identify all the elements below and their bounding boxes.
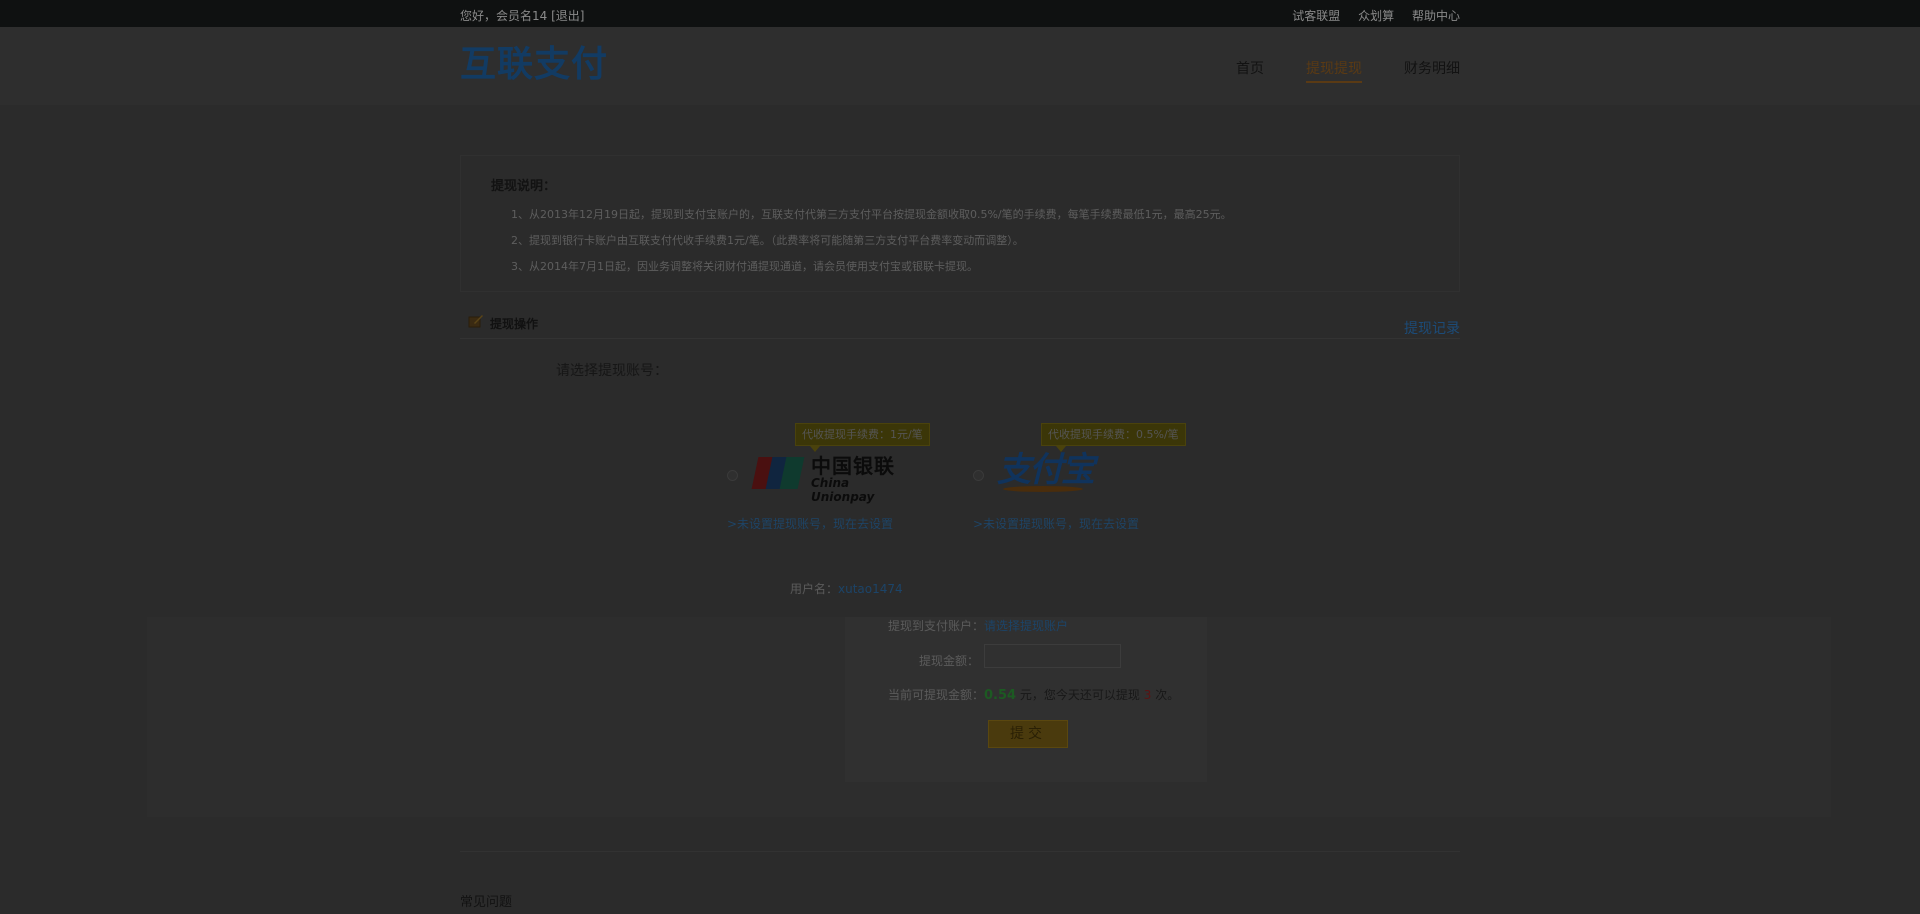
withdraw-form: 提现到支付账户：请选择提现账户 提现金额： 当前可提现金额：0.54 元，您今天… <box>845 617 1207 782</box>
notice-title: 提现说明： <box>491 179 557 194</box>
unionpay-cn: 中国银联 <box>811 454 895 478</box>
balance-label: 当前可提现金额： <box>888 688 985 702</box>
select-account-link[interactable]: 请选择提现账户 <box>984 619 1068 633</box>
greeting: 您好，会员名14 [退出] <box>460 7 584 24</box>
notice-line-2: 2、提现到银行卡账户由互联支付代收手续费1元/笔。（此费率将可能随第三方支付平台… <box>511 234 1024 247</box>
account-label: 提现到支付账户： <box>888 619 985 633</box>
unionpay-setup-link[interactable]: >未设置提现账号，现在去设置 <box>727 515 893 532</box>
site-logo[interactable]: 互联支付 <box>460 45 608 85</box>
alipay-swoosh-icon <box>1003 486 1083 492</box>
edit-icon <box>468 315 483 328</box>
logout-link[interactable]: [退出] <box>551 9 584 23</box>
form-band: 提现到支付账户：请选择提现账户 提现金额： 当前可提现金额：0.54 元，您今天… <box>147 617 1831 817</box>
withdraw-notice: 提现说明： 1、从2013年12月19日起，提现到支付宝账户的，互联支付代第三方… <box>460 155 1460 292</box>
top-link-zhonghuasuan[interactable]: 众划算 <box>1358 9 1394 23</box>
notice-line-3: 3、从2014年7月1日起，因业务调整将关闭财付通提现通道，请会员使用支付宝或银… <box>511 260 978 273</box>
username-value: xutao1474 <box>838 582 903 596</box>
times-unit: 次。 <box>1151 688 1180 702</box>
nav-home[interactable]: 首页 <box>1236 58 1264 78</box>
username-label: 用户名： <box>790 582 839 596</box>
faq-title: 常见问题 <box>460 895 513 910</box>
amount-input[interactable] <box>984 644 1121 668</box>
alipay-radio[interactable] <box>973 470 984 481</box>
balance-value: 0.54 <box>984 688 1017 703</box>
nav-withdraw[interactable]: 提现提现 <box>1306 58 1362 83</box>
top-link-shike[interactable]: 试客联盟 <box>1292 9 1340 23</box>
submit-button[interactable]: 提交 <box>988 720 1068 748</box>
unionpay-radio[interactable] <box>727 470 738 481</box>
withdraw-record-link[interactable]: 提现记录 <box>1404 318 1460 338</box>
top-links: 试客联盟 众划算 帮助中心 <box>1278 7 1460 24</box>
unionpay-en: China Unionpay <box>811 476 875 504</box>
unionpay-logo[interactable]: 中国银联 China Unionpay <box>751 454 913 504</box>
fee-tooltip: 代收提现手续费：1元/笔 <box>795 423 930 452</box>
username-row: 用户名：xutao1474 <box>790 580 903 597</box>
section-title: 提现操作 <box>490 317 539 331</box>
amount-label: 提现金额： <box>919 654 980 668</box>
unionpay-badge-icon <box>751 457 805 489</box>
top-bar: 您好，会员名14 [退出] 试客联盟 众划算 帮助中心 <box>0 0 1920 27</box>
divider <box>460 851 1460 852</box>
choose-account-label: 请选择提现账号： <box>556 363 668 379</box>
option-unionpay[interactable]: 代收提现手续费：1元/笔 中国银联 China Unionpay >未设置提现账… <box>727 420 930 540</box>
greeting-text: 您好，会员名14 <box>460 9 552 23</box>
balance-unit: 元，您今天还可以提现 <box>1016 688 1144 702</box>
balance-row: 当前可提现金额：0.54 元，您今天还可以提现 3 次。 <box>888 686 1179 703</box>
top-link-help[interactable]: 帮助中心 <box>1412 9 1460 23</box>
header: 互联支付 首页 提现提现 财务明细 <box>0 27 1920 105</box>
account-row: 提现到支付账户：请选择提现账户 <box>888 617 1068 634</box>
alipay-setup-link[interactable]: >未设置提现账号，现在去设置 <box>973 515 1139 532</box>
alipay-logo[interactable]: 支付宝 <box>997 450 1095 490</box>
amount-row: 提现金额： <box>919 652 979 669</box>
fee-tooltip: 代收提现手续费：0.5%/笔 <box>1041 423 1186 452</box>
section-header: 提现操作 提现记录 <box>460 312 1460 339</box>
option-alipay[interactable]: 代收提现手续费：0.5%/笔 支付宝 >未设置提现账号，现在去设置 <box>973 420 1186 540</box>
nav-finance-details[interactable]: 财务明细 <box>1404 58 1460 78</box>
notice-line-1: 1、从2013年12月19日起，提现到支付宝账户的，互联支付代第三方支付平台按提… <box>511 208 1232 221</box>
